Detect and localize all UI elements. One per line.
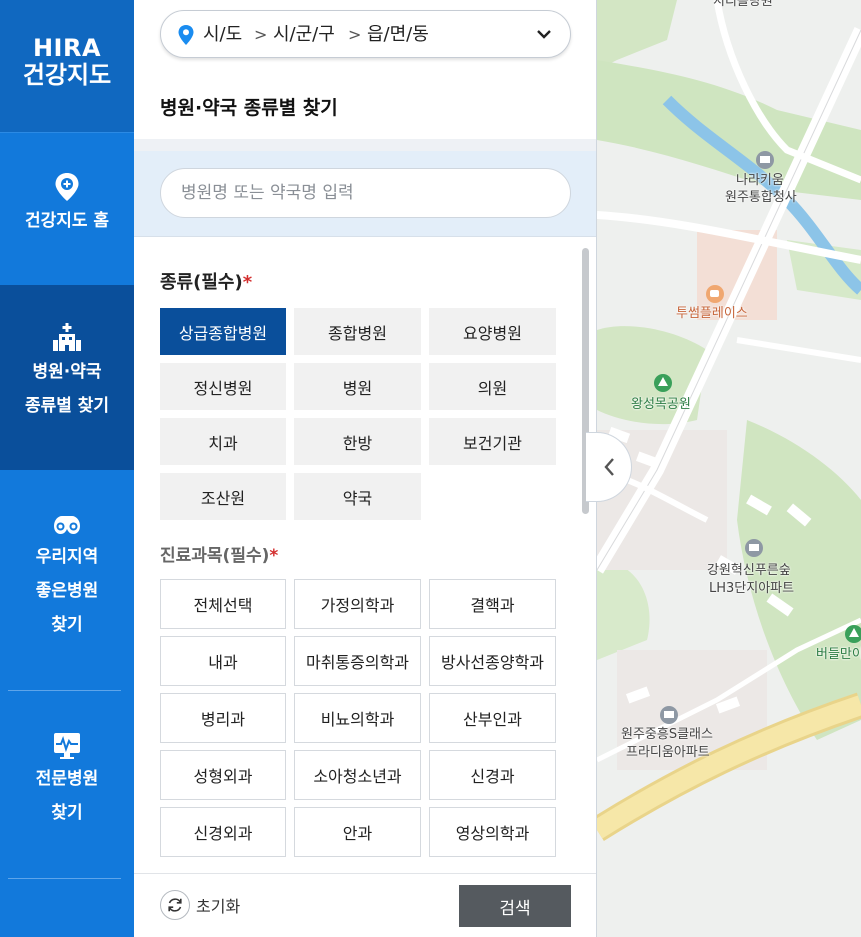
dept-section-title: 진료과목(필수)* (160, 541, 278, 566)
binoculars-icon (54, 516, 80, 534)
reset-button[interactable]: 초기화 (160, 890, 240, 920)
map-label[interactable]: 원주중흥S클래스 (621, 726, 713, 743)
search-panel: 시/도 > 시/군/구 > 읍/면/동 병원·약국 종류별 찾기 종류(필수)*… (134, 0, 597, 937)
search-input[interactable] (160, 168, 571, 218)
type-option-button[interactable]: 병원 (294, 363, 421, 410)
nav-special-label-2: 찾기 (51, 803, 83, 823)
dept-option-button[interactable]: 신경외과 (160, 807, 286, 857)
required-mark: * (269, 546, 279, 566)
dept-option-button[interactable]: 내과 (160, 636, 286, 686)
required-mark: * (242, 272, 253, 293)
dept-section-title-text: 진료과목(필수) (160, 546, 270, 566)
map-label[interactable]: 강원혁신푸른숲 (707, 562, 791, 579)
type-option-button[interactable]: 조산원 (160, 473, 286, 520)
region-sido[interactable]: 시/도 (203, 23, 242, 47)
dept-option-button[interactable]: 비뇨의학과 (294, 693, 421, 743)
type-option-button[interactable]: 치과 (160, 418, 286, 465)
dept-options: 전체선택 가정의학과 결핵과내과 마취통증의학과 방사선종양학과병리과 비뇨의학과 산부인과… (160, 579, 556, 857)
chevron-right-icon: > (348, 25, 362, 44)
nav-home-label: 건강지도 홈 (24, 211, 110, 231)
logo-line1: HIRA (32, 34, 102, 62)
nav-item-specialty-hospital[interactable]: 전문병원 찾기 (0, 692, 134, 878)
nav-local-label-1: 우리지역 (35, 547, 99, 567)
nav-special-label-1: 전문병원 (35, 769, 99, 789)
app: HIRA 건강지도 건강지도 홈 병원·약국 종류별 찾기 우리지역 좋은병원 … (0, 0, 861, 937)
type-option-button[interactable]: 정신병원 (160, 363, 286, 410)
dept-option-button[interactable]: 영상의학과 (429, 807, 556, 857)
dept-option-button[interactable]: 결핵과 (429, 579, 556, 629)
hira-logo[interactable]: HIRA 건강지도 (0, 0, 134, 133)
chevron-down-icon[interactable] (536, 27, 552, 41)
search-button[interactable]: 검색 (459, 885, 571, 927)
type-option-button[interactable]: 상급종합병원 (160, 308, 286, 355)
type-option-button[interactable]: 보건기관 (429, 418, 556, 465)
dept-option-button[interactable]: 마취통증의학과 (294, 636, 421, 686)
map-label[interactable]: 원주통합청사 (725, 189, 797, 206)
divider (134, 139, 596, 151)
medical-monitor-icon (54, 733, 80, 759)
nav-find-label-1: 병원·약국 (32, 362, 102, 382)
region-sigungu[interactable]: 시/군/구 (273, 23, 335, 47)
nav-item-home[interactable]: 건강지도 홈 (0, 134, 134, 285)
map-label[interactable]: 왕성목공원 (631, 396, 691, 413)
map-label[interactable]: 지리플랑원 (713, 0, 773, 10)
reset-label: 초기화 (196, 897, 241, 916)
chevron-right-icon: > (254, 25, 268, 44)
type-option-button[interactable]: 종합병원 (294, 308, 421, 355)
nav-divider (8, 878, 121, 879)
type-option-button[interactable]: 의원 (429, 363, 556, 410)
dept-option-button[interactable]: 성형외과 (160, 750, 286, 800)
logo-line2: 건강지도 (22, 61, 112, 89)
map-label[interactable]: 투썸플레이스 (676, 305, 748, 322)
map-label[interactable]: LH3단지아파트 (709, 580, 794, 597)
nav-find-label-2: 종류별 찾기 (24, 396, 110, 416)
type-option-button[interactable]: 약국 (294, 473, 421, 520)
nav-divider (8, 690, 121, 691)
map-view[interactable]: 지리플랑원 나라키움 원주통합청사 투썸플레이스 왕성목공원 강원혁신푸른숲 L… (597, 0, 861, 937)
refresh-icon (160, 890, 190, 920)
location-pin-icon (178, 25, 194, 45)
region-selector[interactable]: 시/도 > 시/군/구 > 읍/면/동 (160, 10, 571, 58)
bottom-bar: 초기화 검색 (134, 873, 596, 937)
dept-option-button[interactable]: 신경과 (429, 750, 556, 800)
dept-option-button[interactable]: 산부인과 (429, 693, 556, 743)
side-nav: HIRA 건강지도 건강지도 홈 병원·약국 종류별 찾기 우리지역 좋은병원 … (0, 0, 134, 937)
map-canvas (597, 0, 861, 842)
nav-local-label-2: 좋은병원 (35, 581, 99, 601)
map-label[interactable]: 버들만이 (816, 646, 861, 663)
dept-option-button[interactable]: 소아청소년과 (294, 750, 421, 800)
type-options: 상급종합병원 종합병원 요양병원정신병원 병원 의원치과 한방 보건기관조산원 약국 (160, 308, 556, 520)
map-label[interactable]: 나라키움 (736, 172, 784, 189)
nav-item-local-good-hospital[interactable]: 우리지역 좋은병원 찾기 (0, 470, 134, 690)
map-label[interactable]: 프라디움아파트 (626, 744, 710, 761)
dept-option-button[interactable]: 가정의학과 (294, 579, 421, 629)
nav-item-find-by-type[interactable]: 병원·약국 종류별 찾기 (0, 285, 134, 470)
chevron-left-icon (603, 458, 614, 476)
type-option-button[interactable]: 한방 (294, 418, 421, 465)
type-option-button[interactable]: 요양병원 (429, 308, 556, 355)
hospital-building-icon (53, 323, 81, 351)
region-dong[interactable]: 읍/면/동 (367, 23, 429, 47)
type-section-title-text: 종류(필수) (160, 272, 243, 293)
dept-option-button[interactable]: 안과 (294, 807, 421, 857)
map-pin-plus-icon (55, 173, 79, 201)
panel-title: 병원·약국 종류별 찾기 (160, 97, 338, 119)
type-section-title: 종류(필수)* (160, 268, 252, 294)
nav-local-label-3: 찾기 (51, 615, 83, 635)
dept-option-button[interactable]: 전체선택 (160, 579, 286, 629)
dept-option-button[interactable]: 병리과 (160, 693, 286, 743)
dept-option-button[interactable]: 방사선종양학과 (429, 636, 556, 686)
search-area (134, 151, 596, 237)
